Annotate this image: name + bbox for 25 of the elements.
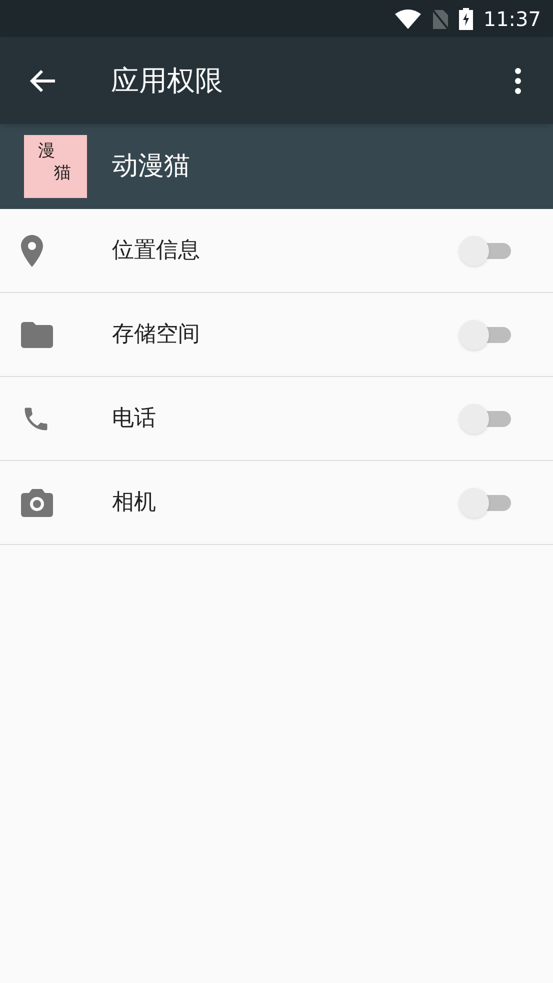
permission-row[interactable]: 位置信息	[0, 209, 553, 293]
screen-title: 应用权限	[111, 62, 224, 98]
no-sim-icon	[431, 8, 450, 30]
more-vertical-icon	[514, 68, 522, 94]
permission-label: 电话	[112, 405, 157, 433]
permission-label: 相机	[112, 489, 157, 517]
permission-label: 存储空间	[112, 321, 201, 349]
toggle-switch[interactable]	[459, 320, 513, 350]
battery-charging-icon	[459, 8, 474, 30]
permission-row[interactable]: 电话	[0, 377, 553, 461]
permission-row[interactable]: 相机	[0, 461, 553, 545]
app-name: 动漫猫	[112, 150, 190, 183]
clock-time: 11:37	[483, 6, 541, 32]
folder-icon	[21, 322, 53, 348]
toggle-switch[interactable]	[459, 404, 513, 434]
camera-icon	[21, 488, 53, 516]
permission-label: 位置信息	[112, 237, 201, 265]
toggle-switch[interactable]	[459, 488, 513, 518]
location-pin-icon	[21, 234, 43, 266]
toggle-switch[interactable]	[459, 236, 513, 266]
app-icon-glyph: 猫	[54, 165, 71, 182]
back-arrow-icon	[30, 68, 56, 92]
permission-row[interactable]: 存储空间	[0, 293, 553, 377]
app-icon-glyph: 漫	[38, 143, 55, 160]
wifi-icon	[395, 8, 422, 28]
